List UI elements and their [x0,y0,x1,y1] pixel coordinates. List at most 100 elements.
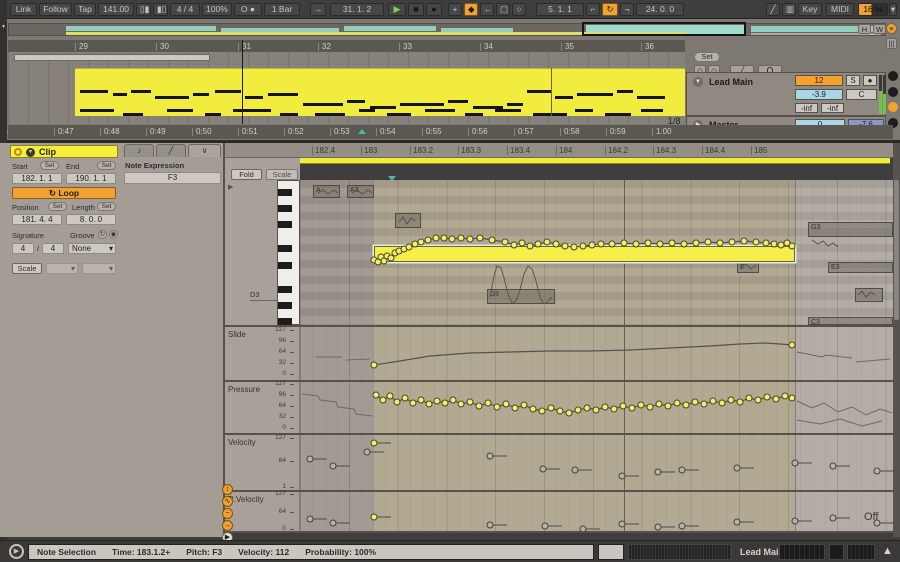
clip-length-field[interactable]: 8. 0. 0 [66,214,116,225]
loop-length-field[interactable]: 24. 0. 0 [636,3,684,16]
overview-menu-icon[interactable]: ≡ [886,23,897,34]
piano-black-key[interactable] [278,262,292,269]
nudge-down-icon[interactable]: ▯▮ [136,3,151,16]
track-stop-button[interactable] [888,71,898,81]
groove-hotswap-icon[interactable]: ◉ [109,230,118,239]
track-pan-field[interactable]: C [846,89,877,100]
groove-amount-field[interactable]: 100% [202,3,232,16]
overdub-plus-icon[interactable]: + [448,3,462,16]
lane-toggle-pressure[interactable]: ∿ [222,496,233,507]
scale-mode-button[interactable]: Scale [12,263,42,274]
arrangement-overview[interactable] [8,23,886,36]
punch-in-icon[interactable]: ⌐ [586,3,600,16]
signature-denominator-field[interactable]: 4 [42,243,64,254]
capture-midi-icon[interactable]: ○ [512,3,526,16]
show-hide-panel-icon[interactable]: ▲ [882,545,893,557]
set-length-button[interactable]: Set [97,202,116,211]
quantize-menu[interactable]: 1 Bar [264,3,300,16]
tap-tempo-button[interactable]: Tap [74,3,96,16]
key-map-button[interactable]: Key [798,3,822,16]
send-b-field[interactable]: -inf [821,103,844,113]
tab-notes[interactable]: ♪ [124,144,154,157]
capture-frame-icon[interactable]: ▢ [496,3,510,16]
solo-button[interactable]: S [846,75,860,86]
time-ruler[interactable]: 0:47 0:48 0:49 0:50 0:51 0:52 0:53 0:54 0:55 0:56… [8,125,893,139]
set-start-button[interactable]: Set [40,161,59,170]
lane-divider[interactable] [225,433,893,435]
loop-brace[interactable] [300,158,890,164]
computer-midi-keyboard-icon[interactable]: ▥ [782,3,796,16]
collapse-arrangement-icon[interactable]: ▼ [1,24,6,30]
signature-numerator-field[interactable]: 4 [12,243,34,254]
midi-map-button[interactable]: MIDI [826,3,854,16]
lead-main-clip[interactable] [75,68,685,116]
overview-selection-box[interactable] [582,22,746,36]
set-end-button[interactable]: Set [97,161,116,170]
set-locator-button[interactable]: Set [694,52,720,62]
scale-name-select[interactable]: ▾ [82,263,116,274]
lane-toggle-velocity[interactable]: − [222,508,233,519]
clip-header[interactable]: ▼ Clip [10,145,118,158]
send-a-field[interactable]: -inf [795,103,818,113]
clip-fold-icon[interactable]: ▼ [26,148,35,157]
groove-commit-icon[interactable]: ↻ [98,230,107,239]
tempo-field[interactable]: 141.00 [98,3,134,16]
loop-start-field[interactable]: 5. 1. 1 [536,3,584,16]
back-to-arrangement-button[interactable] [888,102,898,112]
fit-width-button[interactable]: W [873,24,886,34]
piano-black-key[interactable] [278,302,292,309]
lane-fold-icon[interactable]: ▶ [228,183,233,191]
scale-root-select[interactable]: ▾ [46,263,78,274]
arrangement-position-field[interactable]: 31. 1. 2 [330,3,384,16]
fold-button[interactable]: Fold [231,169,262,180]
scrollbar-handle[interactable] [894,180,899,320]
preview-play-icon[interactable]: ▶ [9,544,24,559]
follow-button[interactable]: Follow [39,3,72,16]
follow-arrow-icon[interactable]: → [310,3,326,16]
metronome-button[interactable]: O ● [234,3,262,16]
expression-off-label[interactable]: Off [864,511,878,523]
piano-black-key[interactable] [278,286,292,293]
clip-end-field[interactable]: 190. 1. 1 [66,173,116,184]
loop-switch-icon[interactable]: ↻ [602,3,618,16]
tab-note-expression[interactable]: ∨ [188,144,221,157]
track-fold-icon[interactable]: ▼ [693,77,703,87]
stop-button[interactable]: ■ [408,3,424,16]
lane-divider[interactable] [225,325,893,327]
time-signature-field[interactable]: 4 / 4 [170,3,200,16]
editor-scrollbar[interactable] [893,143,900,537]
lane-divider[interactable] [225,490,893,492]
note-grid[interactable] [300,180,893,532]
clip-start-field[interactable]: 182. 1. 1 [12,173,62,184]
punch-out-icon[interactable]: ¬ [620,3,634,16]
set-position-button[interactable]: Set [48,202,67,211]
record-button[interactable]: ● [426,3,442,16]
arm-button[interactable]: ● [863,75,877,86]
lead-main-track-header[interactable]: ▼ Lead Main 12 S ● -3.9 C -inf -inf [686,72,886,116]
piano-black-key[interactable] [278,205,292,212]
re-enable-automation-icon[interactable]: ← [480,3,494,16]
tab-envelopes[interactable]: ╱ [156,144,186,157]
piano-black-key[interactable] [278,189,292,196]
note-expression-target-select[interactable]: F3 [124,172,221,184]
track-number-badge[interactable]: 12 [795,75,843,86]
lane-divider[interactable] [225,380,893,382]
scale-highlight-button[interactable]: Scale [266,169,298,180]
lane-toggle-release[interactable]: → [222,520,233,531]
selected-midi-note[interactable] [374,246,795,262]
lane-toggle-slide[interactable]: ↕ [222,484,233,495]
track-stop-button[interactable] [888,87,898,97]
track-name[interactable]: Lead Main [709,77,753,87]
piano-black-key[interactable] [278,318,292,325]
nudge-up-icon[interactable]: ▮▯ [153,3,168,16]
piano-keyboard[interactable] [277,180,300,325]
loop-button[interactable]: ↻ Loop [12,187,116,199]
fit-height-button[interactable]: H [858,24,871,34]
link-button[interactable]: Link [10,3,37,16]
piano-black-key[interactable] [278,221,292,228]
automation-arm-icon[interactable]: ◆ [464,3,478,16]
clip-position-field[interactable]: 181. 4. 4 [12,214,62,225]
groove-select[interactable]: None ▾ [68,243,116,254]
cpu-dropdown-icon[interactable]: ▾ [889,3,897,16]
piano-black-key[interactable] [278,245,292,252]
